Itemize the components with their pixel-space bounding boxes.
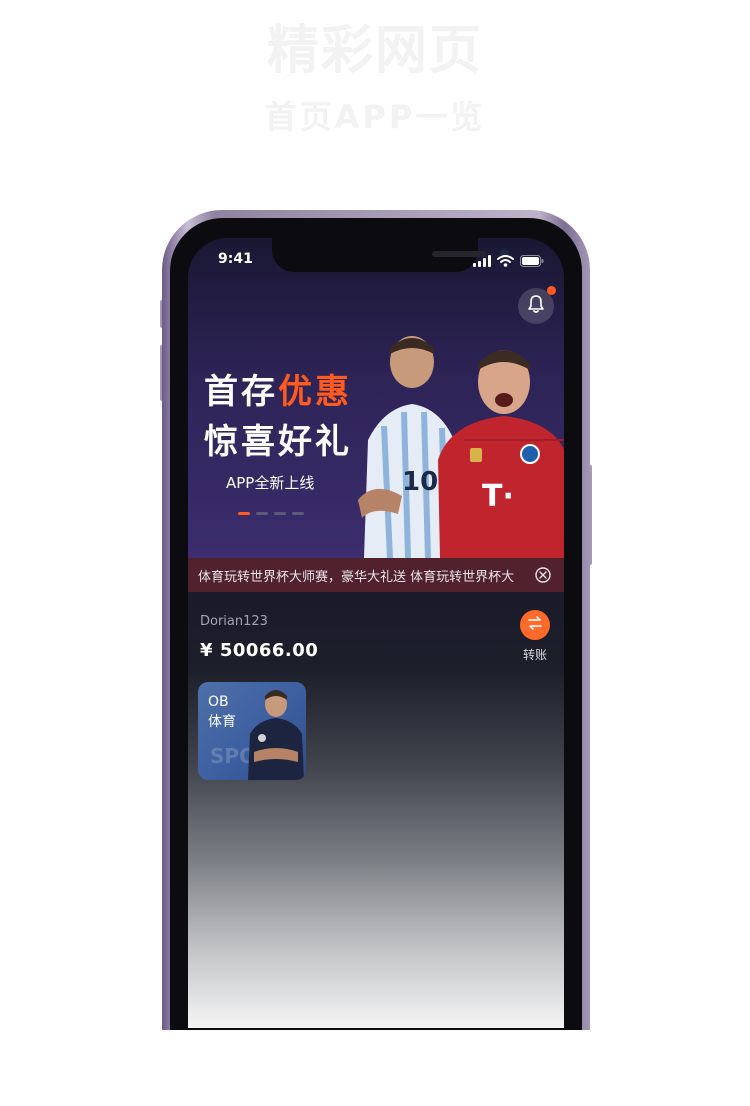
promo-banner[interactable]: 10 T· 首存优惠 惊喜好礼 APP全新上线 <box>188 238 564 559</box>
carousel-dot-3[interactable] <box>274 512 286 515</box>
promo-title-line2: 惊喜好礼 <box>204 422 352 462</box>
bell-icon <box>526 294 546 318</box>
status-icons <box>473 252 544 271</box>
promo-title-accent: 优惠 <box>278 372 352 412</box>
status-bar: 9:41 <box>188 238 564 276</box>
balance-value: 50066.00 <box>219 640 319 661</box>
username: Dorian123 <box>200 614 268 629</box>
swap-arrows-icon <box>527 615 543 635</box>
background-title: 精彩网页 <box>266 21 483 81</box>
notification-button[interactable] <box>518 286 556 324</box>
signal-icon <box>473 252 491 271</box>
announcement-text: 体育玩转世界杯大师赛，豪华大礼送 体育玩转世界杯大 <box>198 569 515 585</box>
battery-icon <box>520 252 544 271</box>
phone-screen: 10 T· 首存优惠 惊喜好礼 APP全新上线 9:41 体育玩转世界杯大师赛，… <box>188 238 564 1028</box>
svg-text:T·: T· <box>482 479 514 514</box>
notification-badge <box>547 286 556 295</box>
close-circle-icon[interactable] <box>534 566 552 584</box>
transfer-button[interactable] <box>520 610 550 640</box>
carousel-dot-2[interactable] <box>256 512 268 515</box>
carousel-dot-4[interactable] <box>292 512 304 515</box>
promo-subtitle: APP全新上线 <box>226 474 315 492</box>
wifi-icon <box>497 252 514 271</box>
svg-text:10: 10 <box>402 467 438 497</box>
background-subtitle: 首页APP一览 <box>264 98 486 136</box>
phone-frame: 10 T· 首存优惠 惊喜好礼 APP全新上线 9:41 体育玩转世界杯大师赛，… <box>162 210 590 1030</box>
carousel-indicator <box>238 512 304 515</box>
announcement-marquee[interactable]: 体育玩转世界杯大师赛，豪华大礼送 体育玩转世界杯大 <box>188 558 564 592</box>
carousel-dot-1[interactable] <box>238 512 250 515</box>
game-card-player-image <box>248 690 304 780</box>
account-section: Dorian123 ¥ 50066.00 转账 OB 体育 SPO <box>188 592 564 1028</box>
phone-notch <box>272 238 509 272</box>
currency-symbol: ¥ <box>200 640 214 661</box>
game-card-ob-sports[interactable]: OB 体育 SPO <box>198 682 306 780</box>
promo-title-line1: 首存优惠 <box>204 364 352 413</box>
page: 精彩网页 首页APP一览 10 T· 首存优惠 惊喜好礼 APP全新上线 9:4… <box>0 0 750 1106</box>
promo-title-part1: 首存 <box>204 372 278 412</box>
football-players-image: 10 T· <box>354 330 564 559</box>
balance-amount: ¥ 50066.00 <box>200 640 318 661</box>
transfer-label: 转账 <box>522 648 547 662</box>
status-time: 9:41 <box>218 251 253 267</box>
